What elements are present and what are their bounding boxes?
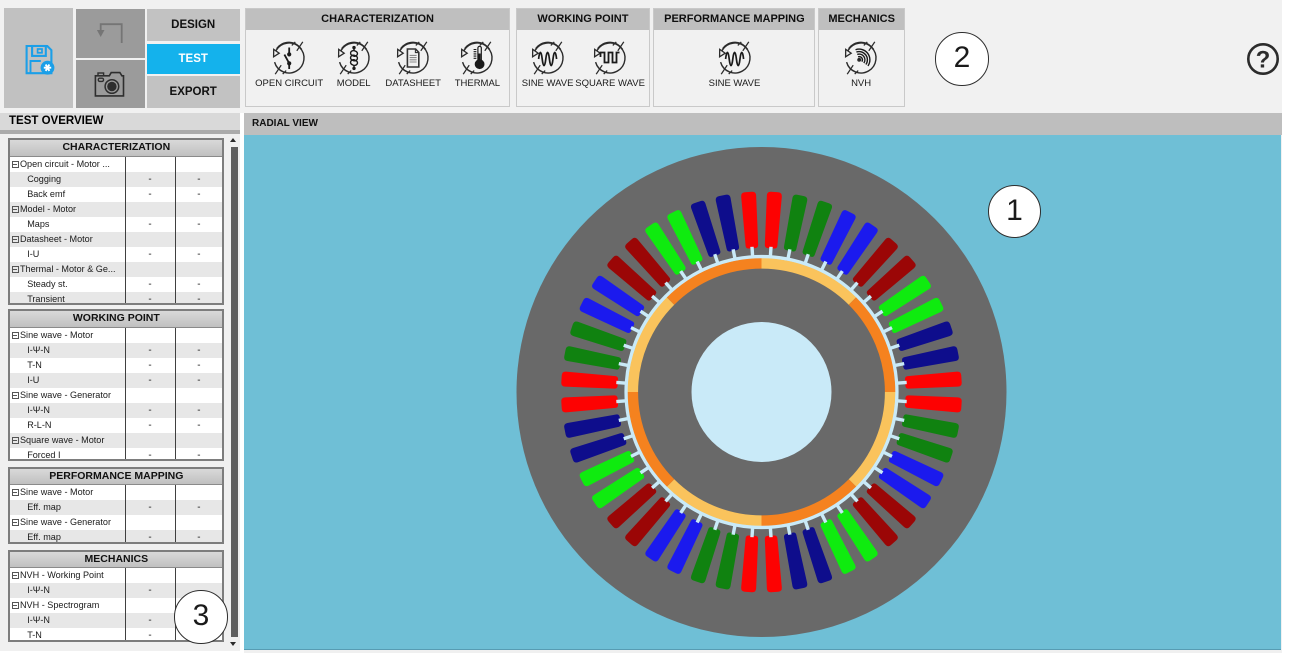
svg-text:?: ? <box>1256 47 1271 74</box>
